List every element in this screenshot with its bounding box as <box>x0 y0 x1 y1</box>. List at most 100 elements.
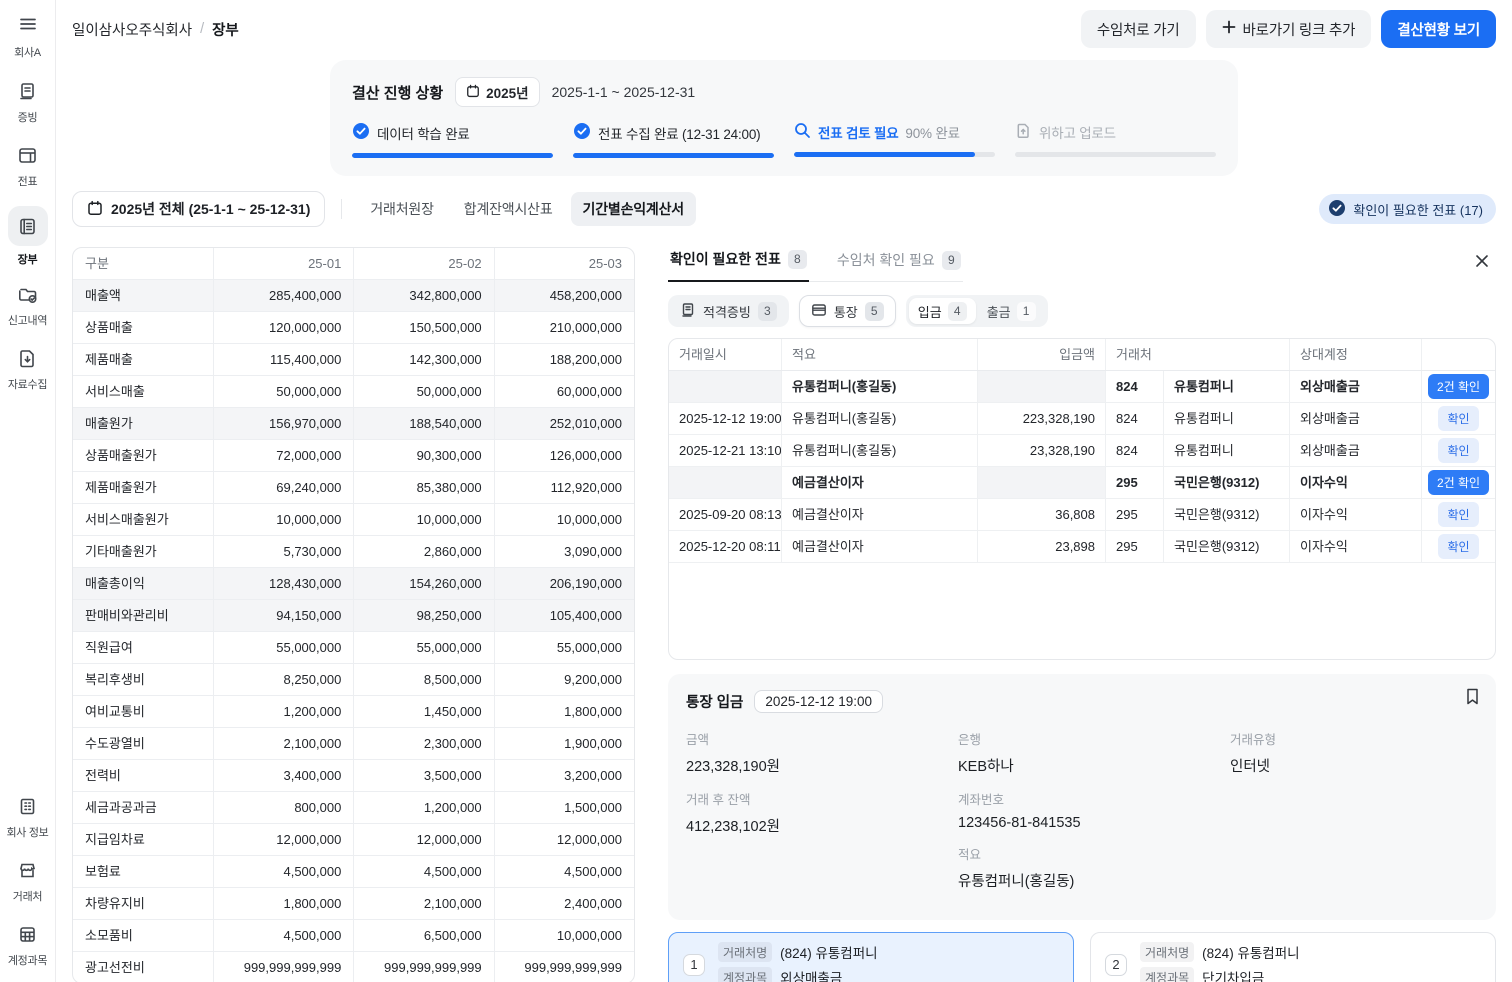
cell-value: 12,000,000 <box>494 824 634 855</box>
pending-vouchers-badge[interactable]: 확인이 필요한 전표 (17) <box>1319 194 1496 224</box>
check-circle-icon <box>573 122 591 143</box>
segment-withdraw[interactable]: 출금 1 <box>978 298 1045 324</box>
confirm-button[interactable]: 확인 <box>1438 438 1478 463</box>
deposit-withdraw-segmented: 입금 4 출금 1 <box>906 295 1048 327</box>
bank-card-icon <box>811 302 827 321</box>
detail-fields: 금액 223,328,190원 거래 후 잔액 412,238,102원 은행 <box>686 729 1478 904</box>
cell-value: 5,730,000 <box>213 536 353 567</box>
sidebar-item-data-collection[interactable]: 자료수집 <box>8 345 48 392</box>
row-label: 세금과공과금 <box>73 792 213 823</box>
sidebar-item-company[interactable]: 회사A <box>14 14 41 60</box>
cell-value: 1,200,000 <box>353 792 493 823</box>
tab-periodic-income-statement[interactable]: 기간별손익계산서 <box>571 192 696 226</box>
sidebar-item-vendors[interactable]: 거래처 <box>8 857 48 904</box>
row-label: 여비교통비 <box>73 696 213 727</box>
row-label: 직원급여 <box>73 632 213 663</box>
cell-value: 342,800,000 <box>353 280 493 311</box>
field-label: 계좌번호 <box>958 789 1206 808</box>
tab-vouchers-need-confirm[interactable]: 확인이 필요한 전표 8 <box>668 247 809 282</box>
close-icon[interactable] <box>1470 249 1494 273</box>
transaction-row[interactable]: 2025-12-12 19:00 유통컴퍼니(홍길동) 223,328,190 … <box>669 403 1495 435</box>
table-row: 직원급여 55,000,000 55,000,000 55,000,000 <box>73 632 634 664</box>
table-row: 차량유지비 1,800,000 2,100,000 2,400,000 <box>73 888 634 920</box>
txn-description: 유통컴퍼니(홍길동) <box>781 403 977 434</box>
table-row: 광고선전비 999,999,999,999 999,999,999,999 99… <box>73 952 634 982</box>
txn-description: 예금결산이자 <box>781 531 977 562</box>
table-row: 상품매출 120,000,000 150,500,000 210,000,000 <box>73 312 634 344</box>
transaction-row[interactable]: 유통컴퍼니(홍길동) 824 유통컴퍼니 외상매출금 2건 확인 <box>669 371 1495 403</box>
transaction-row[interactable]: 2025-12-21 13:10 유통컴퍼니(홍길동) 23,328,190 8… <box>669 435 1495 467</box>
row-label: 상품매출원가 <box>73 440 213 471</box>
cell-value: 285,400,000 <box>213 280 353 311</box>
cell-value: 60,000,000 <box>494 376 634 407</box>
row-label: 전력비 <box>73 760 213 791</box>
cell-value: 112,920,000 <box>494 472 634 503</box>
tab-vendor-ledger[interactable]: 거래처원장 <box>358 192 445 226</box>
confirm-button[interactable]: 확인 <box>1438 406 1478 431</box>
txn-amount: 23,328,190 <box>977 435 1105 466</box>
suggestion-card-2[interactable]: 2 거래처명 (824) 유통컴퍼니 계정과목 단기차입금 <box>1090 932 1496 982</box>
txn-vendor-name: 유통컴퍼니 <box>1163 435 1289 466</box>
view-closing-status-button[interactable]: 결산현황 보기 <box>1381 10 1496 48</box>
cell-value: 72,000,000 <box>213 440 353 471</box>
segment-deposit[interactable]: 입금 4 <box>909 298 976 324</box>
sidebar-item-voucher[interactable]: 전표 <box>8 142 48 189</box>
field-value: 412,238,102원 <box>686 815 934 836</box>
date-range-label: 2025년 전체 (25-1-1 ~ 25-12-31) <box>111 199 310 219</box>
chip-qualified-evidence[interactable]: 적격증빙 3 <box>668 295 789 327</box>
suggestion-card-1[interactable]: 1 거래처명 (824) 유통컴퍼니 계정과목 외상매출금 <box>668 932 1074 982</box>
txn-amount <box>977 371 1105 402</box>
row-label: 지급임차료 <box>73 824 213 855</box>
transaction-row[interactable]: 2025-12-20 08:11 예금결산이자 23,898 295 국민은행(… <box>669 531 1495 563</box>
cell-value: 4,500,000 <box>494 856 634 887</box>
transaction-row[interactable]: 예금결산이자 295 국민은행(9312) 이자수익 2건 확인 <box>669 467 1495 499</box>
table-header-row: 구분 25-01 25-02 25-03 <box>73 248 634 280</box>
bookmark-icon[interactable] <box>1465 688 1480 708</box>
date-range-button[interactable]: 2025년 전체 (25-1-1 ~ 25-12-31) <box>72 191 325 227</box>
cell-value: 999,999,999,999 <box>213 952 353 982</box>
year-selector[interactable]: 2025년 <box>455 77 539 107</box>
table-row: 매출액 285,400,000 342,800,000 458,200,000 <box>73 280 634 312</box>
cell-value: 115,400,000 <box>213 344 353 375</box>
add-shortcut-button[interactable]: 바로가기 링크 추가 <box>1206 10 1372 48</box>
field-amount: 금액 223,328,190원 <box>686 729 934 776</box>
chip-bankbook[interactable]: 통장 5 <box>799 295 896 327</box>
tab-client-confirm-needed[interactable]: 수임처 확인 필요 9 <box>835 247 963 282</box>
txn-action-cell: 확인 <box>1421 403 1495 434</box>
cell-value: 10,000,000 <box>353 504 493 535</box>
breadcrumb-page: 장부 <box>212 19 239 40</box>
txn-vendor-name: 유통컴퍼니 <box>1163 371 1289 402</box>
column-header: 25-01 <box>213 248 353 279</box>
segment-label: 입금 <box>918 302 942 321</box>
chip-count-badge: 3 <box>758 302 777 321</box>
progress-bar <box>352 153 553 158</box>
txn-action-cell: 2건 확인 <box>1421 371 1495 402</box>
table-row: 제품매출 115,400,000 142,300,000 188,200,000 <box>73 344 634 376</box>
breadcrumb-company[interactable]: 일이삼사오주식회사 <box>72 19 192 40</box>
table-row: 서비스매출 50,000,000 50,000,000 60,000,000 <box>73 376 634 408</box>
row-label: 상품매출 <box>73 312 213 343</box>
table-row: 소모품비 4,500,000 6,500,000 10,000,000 <box>73 920 634 952</box>
step-label: 전표 검토 필요 <box>818 122 898 142</box>
progress-bar <box>794 152 995 157</box>
cell-value: 800,000 <box>213 792 353 823</box>
cell-value: 2,300,000 <box>353 728 493 759</box>
sidebar-item-evidence[interactable]: 증빙 <box>8 78 48 125</box>
cell-value: 12,000,000 <box>353 824 493 855</box>
sidebar-item-ledger[interactable]: 장부 <box>8 206 48 267</box>
cell-value: 3,090,000 <box>494 536 634 567</box>
confirm-button[interactable]: 2건 확인 <box>1428 374 1489 399</box>
step-voucher-review[interactable]: 전표 검토 필요 90% 완료 <box>794 122 995 158</box>
table-row: 매출원가 156,970,000 188,540,000 252,010,000 <box>73 408 634 440</box>
row-label: 소모품비 <box>73 920 213 951</box>
sidebar-item-accounts[interactable]: 계정과목 <box>8 921 48 968</box>
confirm-button[interactable]: 확인 <box>1438 502 1478 527</box>
transaction-row[interactable]: 2025-09-20 08:13 예금결산이자 36,808 295 국민은행(… <box>669 499 1495 531</box>
transaction-detail-card: 통장 입금 2025-12-12 19:00 금액 223,328,190원 <box>668 674 1496 920</box>
confirm-button[interactable]: 2건 확인 <box>1428 470 1489 495</box>
tab-trial-balance[interactable]: 합계잔액시산표 <box>452 192 565 226</box>
confirm-button[interactable]: 확인 <box>1438 534 1478 559</box>
sidebar-item-filing-history[interactable]: 신고내역 <box>8 281 48 328</box>
sidebar-item-company-info[interactable]: 회사 정보 <box>6 793 48 840</box>
goto-client-button[interactable]: 수임처로 가기 <box>1081 10 1196 48</box>
